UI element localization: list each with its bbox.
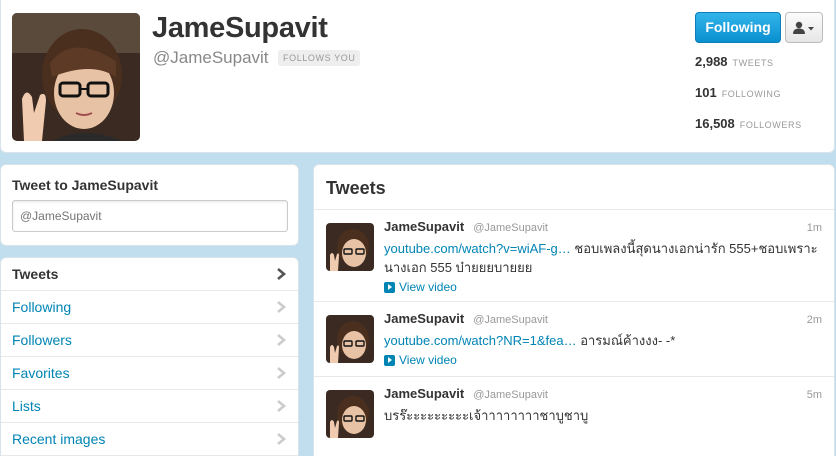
stat-following[interactable]: 101 FOLLOWING — [695, 85, 825, 116]
tweet-item[interactable]: JameSupavit @JameSupavit 2m youtube.com/… — [314, 302, 834, 377]
follows-you-badge: FOLLOWS YOU — [278, 50, 361, 66]
tweet-text: youtube.com/watch?v=wiAF-g… ชอบเพลงนี้สุ… — [384, 239, 824, 277]
stat-value: 16,508 — [695, 116, 735, 131]
profile-nav: Tweets Following Followers Favorites Lis… — [0, 257, 299, 456]
nav-item-following[interactable]: Following — [1, 291, 298, 324]
tweet-text: บรร๊ะะะะะะะะะเจ้าาาาาาาาชาบูชาบู — [384, 406, 824, 425]
stat-label: FOLLOWING — [721, 89, 782, 99]
user-menu-button[interactable] — [785, 12, 823, 43]
chevron-right-icon — [277, 367, 287, 379]
nav-item-recent-images[interactable]: Recent images — [1, 423, 298, 456]
profile-avatar[interactable] — [12, 13, 140, 141]
chevron-right-icon — [277, 400, 287, 412]
view-video-label: View video — [399, 280, 457, 294]
tweet-link[interactable]: youtube.com/watch?NR=1&fea… — [384, 333, 577, 348]
view-video-label: View video — [399, 353, 457, 367]
nav-item-favorites[interactable]: Favorites — [1, 357, 298, 390]
tweet-avatar[interactable] — [326, 390, 374, 438]
tweet-timestamp[interactable]: 1m — [807, 222, 822, 234]
play-icon — [384, 354, 395, 366]
tweet-avatar[interactable] — [326, 315, 374, 363]
nav-item-followers[interactable]: Followers — [1, 324, 298, 357]
tweet-author-name[interactable]: JameSupavit — [384, 219, 464, 234]
nav-item-label: Favorites — [12, 365, 70, 381]
tweet-author-name[interactable]: JameSupavit — [384, 386, 464, 401]
profile-name: JameSupavit — [152, 12, 328, 44]
nav-item-label: Lists — [12, 398, 41, 414]
nav-item-label: Followers — [12, 332, 72, 348]
person-dropdown-icon — [793, 21, 814, 34]
stream-title: Tweets — [314, 165, 834, 210]
stat-label: FOLLOWERS — [739, 120, 802, 130]
tweet-body: บรร๊ะะะะะะะะะเจ้าาาาาาาาชาบูชาบู — [384, 408, 589, 423]
tweet-author-name[interactable]: JameSupavit — [384, 311, 464, 326]
tweet-link[interactable]: youtube.com/watch?v=wiAF-g… — [384, 241, 571, 256]
chevron-right-icon — [277, 334, 287, 346]
nav-item-label: Tweets — [12, 266, 59, 282]
stat-followers[interactable]: 16,508 FOLLOWERS — [695, 116, 825, 147]
stat-value: 101 — [695, 85, 717, 100]
profile-stats: 2,988 TWEETS 101 FOLLOWING 16,508 FOLLOW… — [695, 54, 825, 147]
tweet-author-handle[interactable]: @JameSupavit — [473, 389, 548, 401]
nav-item-label: Recent images — [12, 431, 106, 447]
tweet-avatar[interactable] — [326, 223, 374, 271]
following-button[interactable]: Following — [695, 12, 781, 43]
stat-label: TWEETS — [732, 58, 774, 68]
tweets-stream: Tweets JameSupavit @JameSupavit 1m youtu… — [313, 164, 835, 456]
tweet-to-title: Tweet to JameSupavit — [12, 177, 159, 193]
tweet-body: อารมณ์ค้างงง- -* — [576, 333, 676, 348]
nav-item-label: Following — [12, 299, 72, 315]
view-video-link[interactable]: View video — [384, 277, 822, 297]
tweet-text: youtube.com/watch?NR=1&fea… อารมณ์ค้างงง… — [384, 331, 824, 350]
tweet-to-input[interactable] — [12, 200, 288, 232]
nav-item-tweets[interactable]: Tweets — [1, 258, 298, 291]
profile-header: JameSupavit @JameSupavit FOLLOWS YOU Fol… — [0, 0, 835, 153]
profile-handle: @JameSupavit — [153, 48, 269, 67]
stat-value: 2,988 — [695, 54, 728, 69]
tweet-author-handle[interactable]: @JameSupavit — [473, 222, 548, 234]
tweet-author-handle[interactable]: @JameSupavit — [473, 314, 548, 326]
tweet-timestamp[interactable]: 2m — [807, 314, 822, 326]
nav-item-lists[interactable]: Lists — [1, 390, 298, 423]
chevron-right-icon — [277, 301, 287, 313]
chevron-right-icon — [277, 433, 287, 445]
chevron-right-icon — [277, 268, 287, 280]
stat-tweets[interactable]: 2,988 TWEETS — [695, 54, 825, 85]
tweet-to-module: Tweet to JameSupavit — [0, 164, 299, 246]
tweet-item[interactable]: JameSupavit @JameSupavit 5m บรร๊ะะะะะะะะ… — [314, 377, 834, 456]
tweet-item[interactable]: JameSupavit @JameSupavit 1m youtube.com/… — [314, 210, 834, 302]
tweet-timestamp[interactable]: 5m — [807, 389, 822, 401]
play-icon — [384, 281, 395, 293]
view-video-link[interactable]: View video — [384, 350, 822, 370]
